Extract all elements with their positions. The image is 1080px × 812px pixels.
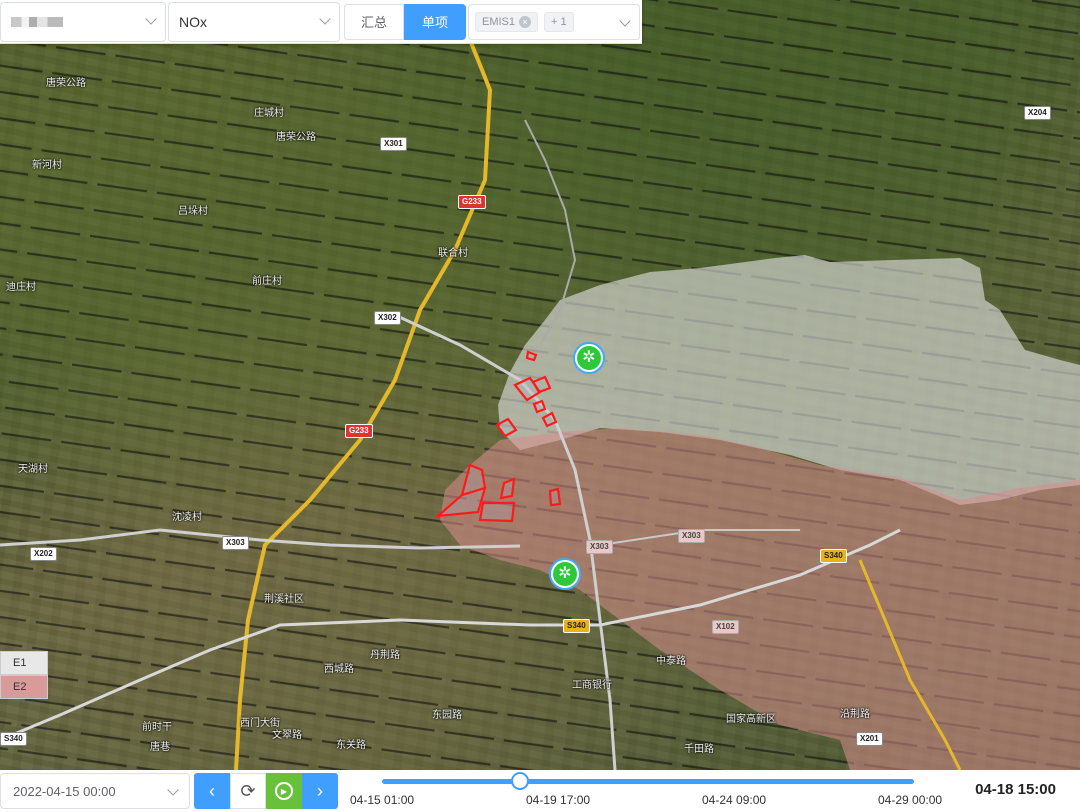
place-label: 东关路 xyxy=(336,740,366,751)
place-label: 联合村 xyxy=(438,248,468,259)
map-legend: E1 E2 xyxy=(0,651,48,699)
top-toolbar: NOx 汇总 单项 EMIS1 × + 1 xyxy=(0,0,642,44)
place-label: 中泰路 xyxy=(656,656,686,667)
road-shield: G233 xyxy=(458,195,486,209)
playback-bar: 2022-04-15 00:00 ‹ ⟳ ▶ › 04-15 01:00 04-… xyxy=(0,770,1080,812)
place-label: 天湖村 xyxy=(18,464,48,475)
place-label: 唐荣公路 xyxy=(46,78,86,89)
chevron-down-icon xyxy=(167,784,179,796)
road-shield: X303 xyxy=(678,529,705,543)
refresh-icon: ⟳ xyxy=(240,780,256,801)
road-shield: X303 xyxy=(586,540,613,554)
mode-toggle: 汇总 单项 xyxy=(344,3,466,40)
chevron-left-icon: ‹ xyxy=(209,780,215,801)
map-overlay xyxy=(0,0,1080,770)
legend-item-e1[interactable]: E1 xyxy=(0,651,48,675)
source-tag[interactable]: EMIS1 × xyxy=(475,11,539,32)
road-shield: G233 xyxy=(345,424,373,438)
place-label: 西城路 xyxy=(324,664,354,675)
mode-single-button[interactable]: 单项 xyxy=(404,3,466,40)
place-label: 庄城村 xyxy=(254,108,284,119)
chevron-right-icon: › xyxy=(317,780,323,801)
timeline-tick: 04-19 17:00 xyxy=(526,793,591,807)
road-shield: S340 xyxy=(820,549,847,563)
legend-item-e2[interactable]: E2 xyxy=(0,675,48,699)
place-label: 唐荣公路 xyxy=(276,132,316,143)
chevron-down-icon xyxy=(619,14,631,27)
next-button[interactable]: › xyxy=(302,773,338,809)
place-label: 丹荆路 xyxy=(370,650,400,661)
timeline-slider[interactable]: 04-15 01:00 04-19 17:00 04-24 09:00 04-2… xyxy=(350,770,950,812)
region-value-redacted xyxy=(11,16,63,27)
road-shield: S340 xyxy=(563,619,590,633)
road-shield: S340 xyxy=(0,732,27,746)
place-label: 国家高新区 xyxy=(726,714,776,725)
road-shield: X303 xyxy=(222,536,249,550)
place-label: 千田路 xyxy=(684,744,714,755)
place-label: 荆溪社区 xyxy=(264,594,304,605)
map-canvas[interactable]: 唐荣公路 庄城村 新河村 唐荣公路 吕垛村 联合村 前庄村 迪庄村 天湖村 沈凌… xyxy=(0,0,1080,770)
previous-button[interactable]: ‹ xyxy=(194,773,230,809)
source-more-tag: + 1 xyxy=(544,11,574,32)
timeline-tick: 04-15 01:00 xyxy=(350,793,415,807)
place-label: 文翠路 xyxy=(272,730,302,741)
pollutant-value: NOx xyxy=(179,13,207,30)
place-label: 迪庄村 xyxy=(6,282,36,293)
timeline-tick: 04-29 00:00 xyxy=(878,793,943,807)
place-label: 吕垛村 xyxy=(178,206,208,217)
play-button[interactable]: ▶ xyxy=(266,773,302,809)
chevron-down-icon xyxy=(319,12,331,25)
place-label: 唐巷 xyxy=(150,742,170,753)
place-label: 东园路 xyxy=(432,710,462,721)
place-label: 前庄村 xyxy=(252,276,282,287)
chevron-down-icon xyxy=(145,12,157,25)
road-shield: X301 xyxy=(380,137,407,151)
road-shield: X302 xyxy=(374,311,401,325)
place-label: 工商银行 xyxy=(572,680,612,691)
pollutant-select[interactable]: NOx xyxy=(168,1,340,42)
mode-summary-button[interactable]: 汇总 xyxy=(344,3,404,40)
start-date-value: 2022-04-15 00:00 xyxy=(13,783,116,799)
place-label: 新河村 xyxy=(32,160,62,171)
current-time-label: 04-18 15:00 xyxy=(975,781,1056,798)
start-date-picker[interactable]: 2022-04-15 00:00 xyxy=(0,773,190,809)
close-icon[interactable]: × xyxy=(519,15,532,28)
place-label: 沈凌村 xyxy=(172,512,202,523)
source-multiselect[interactable]: EMIS1 × + 1 xyxy=(468,3,640,40)
timeline-tick: 04-24 09:00 xyxy=(702,793,767,807)
monitor-station-fan-icon[interactable]: ✲ xyxy=(549,558,581,590)
refresh-button[interactable]: ⟳ xyxy=(230,773,266,809)
road-shield: X204 xyxy=(1024,106,1051,120)
timeline-handle[interactable] xyxy=(511,772,530,790)
place-label: 沿荆路 xyxy=(840,709,870,720)
region-select[interactable] xyxy=(0,1,166,42)
source-tag-label: EMIS1 xyxy=(482,15,516,28)
monitor-station-fan-icon[interactable]: ✲ xyxy=(573,342,605,374)
place-label: 前时干 xyxy=(142,722,172,733)
road-shield: X202 xyxy=(30,547,57,561)
road-shield: X102 xyxy=(712,620,739,634)
timeline-track[interactable] xyxy=(382,779,914,784)
road-shield: X201 xyxy=(856,732,883,746)
play-icon: ▶ xyxy=(275,782,293,800)
